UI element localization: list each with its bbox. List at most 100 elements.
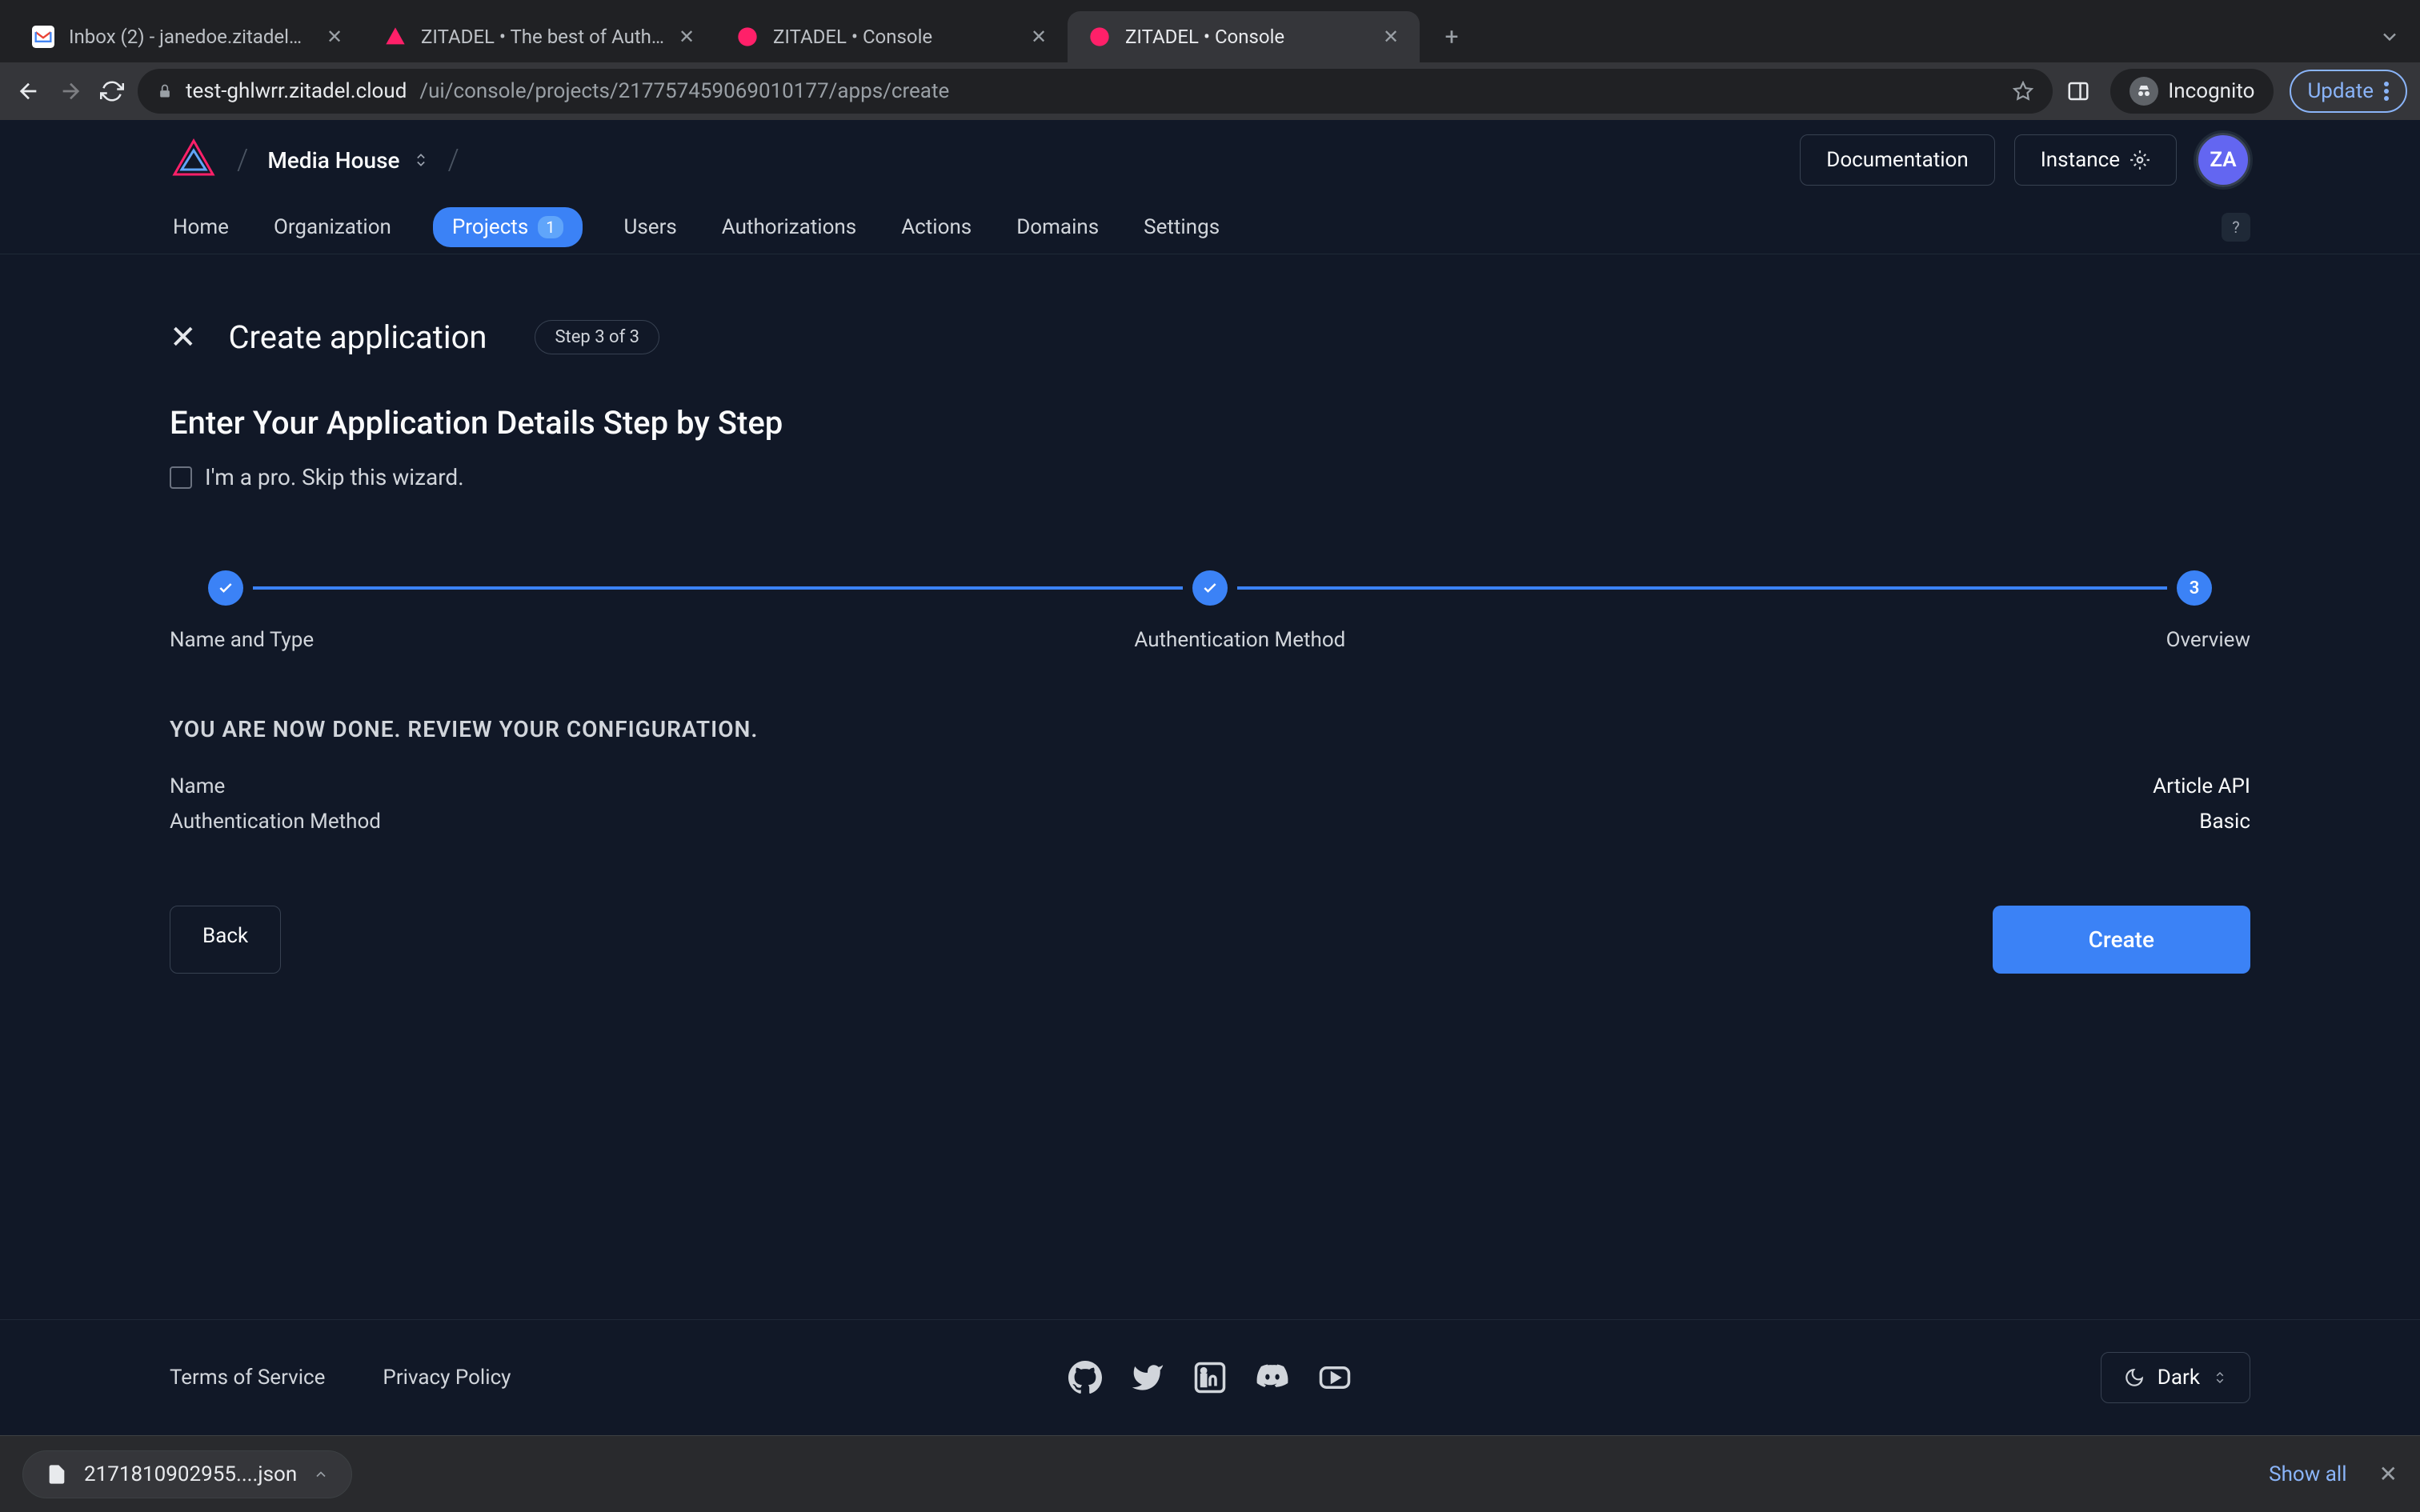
tos-link[interactable]: Terms of Service <box>170 1366 325 1390</box>
address-bar: test-ghlwrr.zitadel.cloud/ui/console/pro… <box>0 62 2420 120</box>
chevron-up-icon[interactable] <box>313 1466 329 1482</box>
theme-switcher[interactable]: Dark <box>2101 1352 2250 1403</box>
breadcrumb-separator: / <box>448 143 459 177</box>
org-selector[interactable]: Media House <box>267 147 428 174</box>
incognito-icon <box>2130 77 2158 106</box>
lock-icon <box>157 83 173 99</box>
file-icon <box>46 1463 68 1486</box>
help-button[interactable]: ? <box>2222 213 2250 242</box>
close-wizard-button[interactable]: ✕ <box>170 318 197 356</box>
zitadel-icon <box>735 24 760 50</box>
chrome-actions: Incognito Update <box>2062 69 2407 114</box>
download-bar: 2171810902955....json Show all ✕ <box>0 1435 2420 1512</box>
nav-authorizations[interactable]: Authorizations <box>719 206 859 249</box>
step-labels: Name and Type Authentication Method Over… <box>170 628 2250 652</box>
nav-projects[interactable]: Projects 1 <box>433 207 583 247</box>
main-content: ✕ Create application Step 3 of 3 Enter Y… <box>0 254 2420 1022</box>
create-button[interactable]: Create <box>1993 906 2250 974</box>
check-icon <box>218 580 234 596</box>
footer: Terms of Service Privacy Policy Dark <box>0 1319 2420 1435</box>
browser-tab[interactable]: ZITADEL • The best of Auth0 a ✕ <box>363 11 715 62</box>
tab-title: ZITADEL • The best of Auth0 a <box>421 26 664 48</box>
review-value: Article API <box>2153 774 2250 798</box>
zitadel-logo[interactable] <box>170 136 218 184</box>
github-icon[interactable] <box>1068 1361 1102 1394</box>
close-icon[interactable]: ✕ <box>325 27 344 46</box>
documentation-button[interactable]: Documentation <box>1800 134 1994 186</box>
instance-button[interactable]: Instance <box>2014 134 2177 186</box>
review-row-name: Name Article API <box>170 774 2250 798</box>
user-avatar[interactable]: ZA <box>2196 133 2250 187</box>
back-button[interactable]: Back <box>170 906 281 974</box>
review-value: Basic <box>2199 810 2250 834</box>
nav-domains[interactable]: Domains <box>1013 206 1102 249</box>
update-button[interactable]: Update <box>2290 70 2407 113</box>
browser-tab-active[interactable]: ZITADEL • Console ✕ <box>1068 11 1420 62</box>
forward-button[interactable] <box>54 75 86 107</box>
tab-strip: Inbox (2) - janedoe.zitadel@gm ✕ ZITADEL… <box>0 0 2420 62</box>
nav-actions[interactable]: Actions <box>898 206 975 249</box>
linkedin-icon[interactable] <box>1193 1361 1227 1394</box>
url-path: /ui/console/projects/217757459069010177/… <box>419 79 949 103</box>
tab-overflow-icon[interactable] <box>2378 26 2401 48</box>
nav-settings[interactable]: Settings <box>1140 206 1223 249</box>
breadcrumb-separator: / <box>237 143 248 177</box>
review-heading: YOU ARE NOW DONE. REVIEW YOUR CONFIGURAT… <box>170 716 2250 742</box>
discord-icon[interactable] <box>1256 1361 1289 1394</box>
browser-tab[interactable]: ZITADEL • Console ✕ <box>715 11 1068 62</box>
browser-tab[interactable]: Inbox (2) - janedoe.zitadel@gm ✕ <box>11 11 363 62</box>
reload-button[interactable] <box>96 75 128 107</box>
review-row-auth: Authentication Method Basic <box>170 810 2250 834</box>
social-links <box>1068 1361 1352 1394</box>
page-header: ✕ Create application Step 3 of 3 <box>170 318 2250 356</box>
tab-title: ZITADEL • Console <box>773 26 1016 48</box>
privacy-link[interactable]: Privacy Policy <box>383 1366 511 1390</box>
nav-users[interactable]: Users <box>621 206 680 249</box>
step-3-label: Overview <box>2166 628 2250 652</box>
nav-home[interactable]: Home <box>170 206 232 249</box>
incognito-indicator[interactable]: Incognito <box>2110 69 2274 114</box>
browser-chrome: Inbox (2) - janedoe.zitadel@gm ✕ ZITADEL… <box>0 0 2420 120</box>
footer-links: Terms of Service Privacy Policy <box>170 1366 511 1390</box>
step-3-indicator[interactable]: 3 <box>2177 570 2212 606</box>
back-button[interactable] <box>13 75 45 107</box>
step-connector <box>253 586 1183 590</box>
close-icon[interactable]: ✕ <box>1029 27 1048 46</box>
main-nav: Home Organization Projects 1 Users Autho… <box>0 200 2420 254</box>
close-download-bar[interactable]: ✕ <box>2379 1461 2398 1487</box>
nav-organization[interactable]: Organization <box>270 206 395 249</box>
skip-wizard-row[interactable]: I'm a pro. Skip this wizard. <box>170 464 2250 490</box>
skip-checkbox[interactable] <box>170 466 192 489</box>
step-2-indicator[interactable] <box>1192 570 1228 606</box>
app: / Media House / Documentation Instance Z… <box>0 120 2420 1022</box>
projects-count-badge: 1 <box>538 216 563 238</box>
new-tab-button[interactable]: + <box>1432 18 1471 56</box>
chevron-updown-icon <box>413 152 429 168</box>
page-subtitle: Enter Your Application Details Step by S… <box>170 404 2250 442</box>
tab-title: Inbox (2) - janedoe.zitadel@gm <box>69 26 312 48</box>
url-input[interactable]: test-ghlwrr.zitadel.cloud/ui/console/pro… <box>138 69 2053 114</box>
chevron-updown-icon <box>2213 1370 2227 1385</box>
check-icon <box>1202 580 1218 596</box>
step-1-indicator[interactable] <box>208 570 243 606</box>
show-all-downloads[interactable]: Show all <box>2269 1462 2346 1486</box>
review-label: Name <box>170 774 225 798</box>
moon-icon <box>2124 1367 2145 1388</box>
close-icon[interactable]: ✕ <box>677 27 696 46</box>
step-1-label: Name and Type <box>170 628 314 652</box>
wizard-actions: Back Create <box>170 906 2250 974</box>
close-icon[interactable]: ✕ <box>1381 27 1400 46</box>
incognito-label: Incognito <box>2168 79 2254 103</box>
skip-label: I'm a pro. Skip this wizard. <box>205 464 464 490</box>
twitter-icon[interactable] <box>1131 1361 1164 1394</box>
panel-icon[interactable] <box>2062 75 2094 107</box>
step-2-label: Authentication Method <box>1134 628 1345 652</box>
download-item[interactable]: 2171810902955....json <box>22 1450 352 1498</box>
stepper: 3 <box>170 570 2250 606</box>
zitadel-icon <box>1087 24 1112 50</box>
review-label: Authentication Method <box>170 810 381 834</box>
youtube-icon[interactable] <box>1318 1361 1352 1394</box>
bookmark-icon[interactable] <box>2013 81 2033 102</box>
page-title: Create application <box>229 318 487 356</box>
gmail-icon <box>30 24 56 50</box>
